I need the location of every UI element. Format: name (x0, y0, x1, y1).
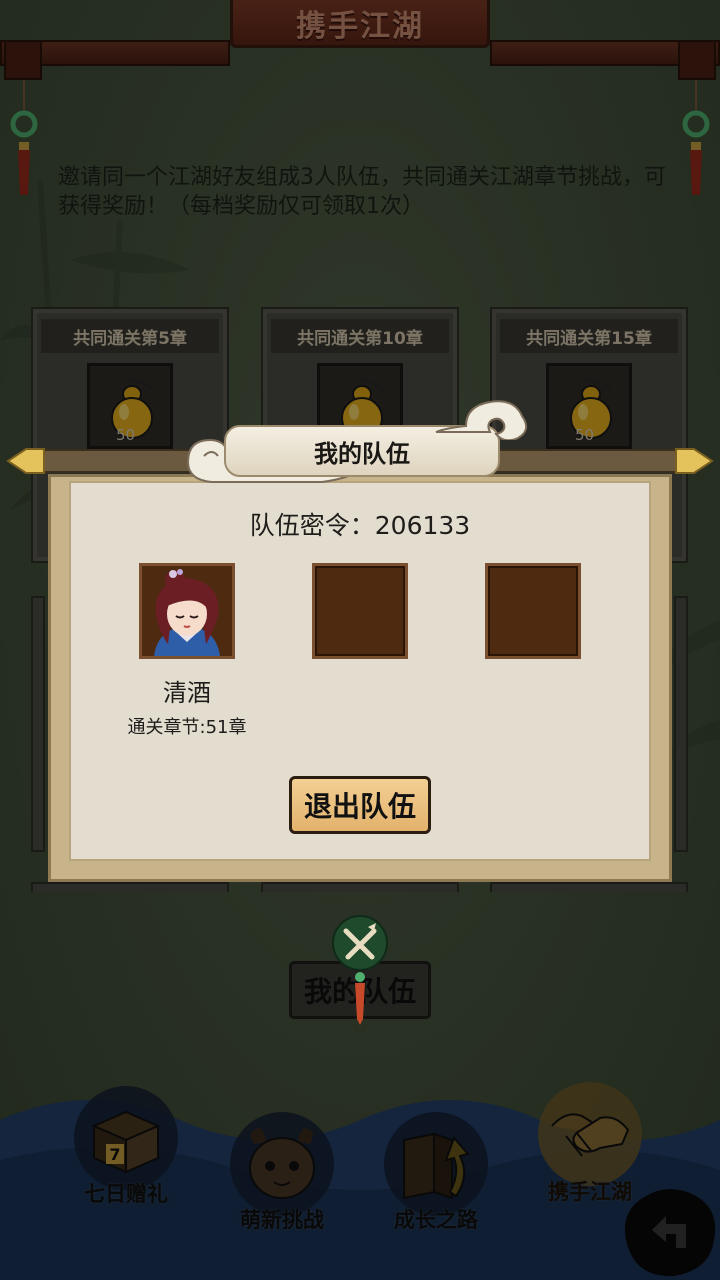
team-password: 队伍密令：206133 (68, 506, 652, 542)
girl-avatar (142, 566, 232, 656)
team-member-slot[interactable] (139, 563, 235, 659)
member-progress: 通关章节:51章 (127, 717, 247, 738)
member-name: 清酒 (163, 679, 211, 707)
team-member-slot-empty[interactable] (485, 563, 581, 659)
team-password-value: 206133 (374, 511, 471, 540)
team-password-label: 队伍密令： (249, 511, 375, 540)
team-member-slot-empty[interactable] (312, 563, 408, 659)
crossed-swords-token-icon[interactable] (332, 915, 388, 1025)
cloud-decoration-right-icon (435, 400, 528, 440)
quit-team-button[interactable]: 退出队伍 (289, 776, 431, 834)
